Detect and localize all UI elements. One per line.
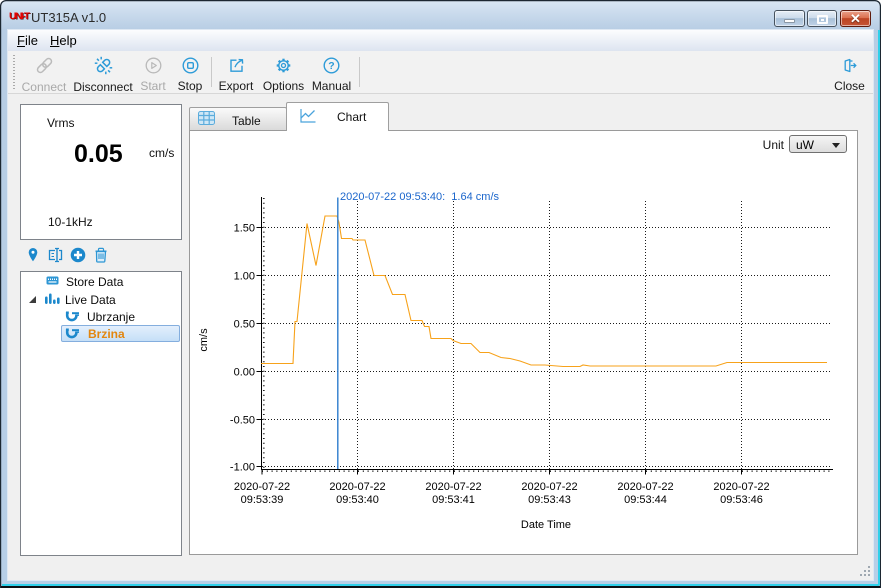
svg-text:0.00: 0.00 bbox=[234, 367, 255, 379]
svg-text:?: ? bbox=[328, 60, 334, 72]
svg-text:cm/s: cm/s bbox=[198, 328, 210, 352]
svg-text:09:53:46: 09:53:46 bbox=[720, 494, 763, 506]
svg-text:2020-07-22: 2020-07-22 bbox=[617, 481, 673, 493]
svg-text:09:53:44: 09:53:44 bbox=[624, 494, 667, 506]
svg-text:1.00: 1.00 bbox=[234, 271, 255, 283]
svg-text:0.50: 0.50 bbox=[234, 319, 255, 331]
svg-text:2020-07-22 09:53:40: 1.64 cm/: 2020-07-22 09:53:40: 1.64 cm/s bbox=[340, 191, 499, 203]
svg-text:09:53:41: 09:53:41 bbox=[432, 494, 475, 506]
svg-text:-0.50: -0.50 bbox=[230, 415, 255, 427]
svg-text:1.50: 1.50 bbox=[234, 223, 255, 235]
svg-text:-1.00: -1.00 bbox=[230, 462, 255, 474]
svg-text:09:53:40: 09:53:40 bbox=[336, 494, 379, 506]
svg-text:2020-07-22: 2020-07-22 bbox=[521, 481, 577, 493]
svg-text:09:53:39: 09:53:39 bbox=[241, 494, 284, 506]
svg-text:2020-07-22: 2020-07-22 bbox=[234, 481, 290, 493]
svg-text:09:53:43: 09:53:43 bbox=[528, 494, 571, 506]
svg-text:2020-07-22: 2020-07-22 bbox=[329, 481, 385, 493]
svg-text:Date Time: Date Time bbox=[521, 519, 571, 531]
svg-text:2020-07-22: 2020-07-22 bbox=[713, 481, 769, 493]
svg-text:2020-07-22: 2020-07-22 bbox=[425, 481, 481, 493]
